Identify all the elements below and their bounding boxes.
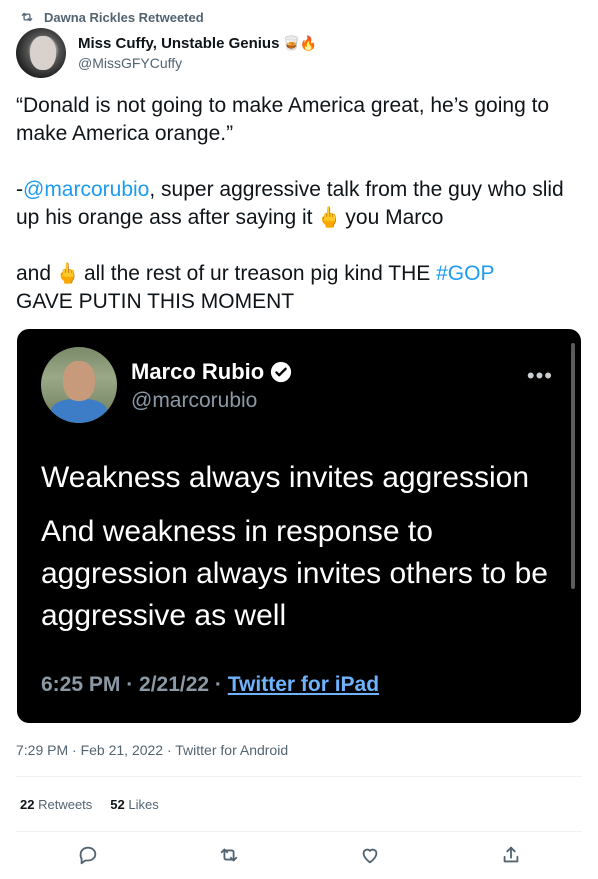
embed-source-link: Twitter for iPad — [227, 673, 380, 696]
embed-timestamp: 6:25 PM · 2/21/22 · Twitter for iPad — [41, 673, 380, 696]
reply-button[interactable] — [77, 844, 99, 866]
middle-finger-emoji: 🖕 — [55, 263, 80, 285]
mention-link[interactable]: @marcorubio — [23, 178, 149, 201]
verified-badge-icon — [271, 361, 292, 383]
tweet-timestamp[interactable]: 7:29 PM · Feb 21, 2022 · Twitter for And… — [16, 742, 288, 758]
hashtag-link[interactable]: #GOP — [436, 262, 494, 285]
embed-text-line-2: And weakness in response to aggression a… — [41, 515, 548, 632]
divider — [16, 776, 582, 777]
scrollbar — [571, 343, 575, 589]
share-button[interactable] — [500, 844, 522, 866]
author-handle[interactable]: @MissGFYCuffy — [78, 55, 317, 71]
embed-text-line-1: Weakness always invites aggression — [41, 461, 530, 494]
avatar[interactable] — [16, 28, 66, 78]
heart-icon — [362, 848, 378, 864]
share-icon — [503, 846, 519, 863]
retweet-icon — [220, 848, 238, 862]
tweet-paragraph-1: “Donald is not going to make America gre… — [16, 94, 550, 145]
likes-count[interactable]: 52 Likes — [110, 797, 158, 812]
tweet-author: Miss Cuffy, Unstable Genius 🥃🔥 @MissGFYC… — [16, 28, 317, 78]
retweet-button[interactable] — [218, 844, 240, 866]
tweet-text: “Donald is not going to make America gre… — [16, 92, 586, 316]
tweet-paragraph-3: and 🖕 all the rest of ur treason pig kind … — [16, 262, 495, 313]
retweet-header: Dawna Rickles Retweeted — [20, 8, 204, 26]
embed-avatar — [41, 347, 117, 423]
divider — [16, 831, 582, 832]
tweet-actions — [0, 836, 598, 876]
middle-finger-emoji: 🖕 — [316, 207, 342, 229]
embedded-tweet-screenshot[interactable]: Marco Rubio @marcorubio ••• Weakness alw… — [17, 329, 581, 723]
retweets-count[interactable]: 22 Retweets — [20, 797, 92, 812]
more-options-icon: ••• — [526, 363, 553, 388]
reply-icon — [79, 846, 97, 865]
embed-tweet-text: Weakness always invites aggression And w… — [41, 457, 561, 649]
retweet-icon — [21, 12, 33, 22]
author-name[interactable]: Miss Cuffy, Unstable Genius — [78, 35, 279, 52]
author-name-emoji: 🥃🔥 — [282, 35, 318, 51]
embed-author-name: Marco Rubio — [131, 359, 265, 384]
tweet-paragraph-2: -@marcorubio, super aggressive talk from… — [16, 176, 586, 232]
retweeted-by-label[interactable]: Dawna Rickles Retweeted — [44, 10, 204, 25]
embed-author-handle: @marcorubio — [131, 389, 258, 412]
tweet-stats: 22 Retweets 52 Likes — [20, 797, 159, 812]
like-button[interactable] — [359, 844, 381, 866]
